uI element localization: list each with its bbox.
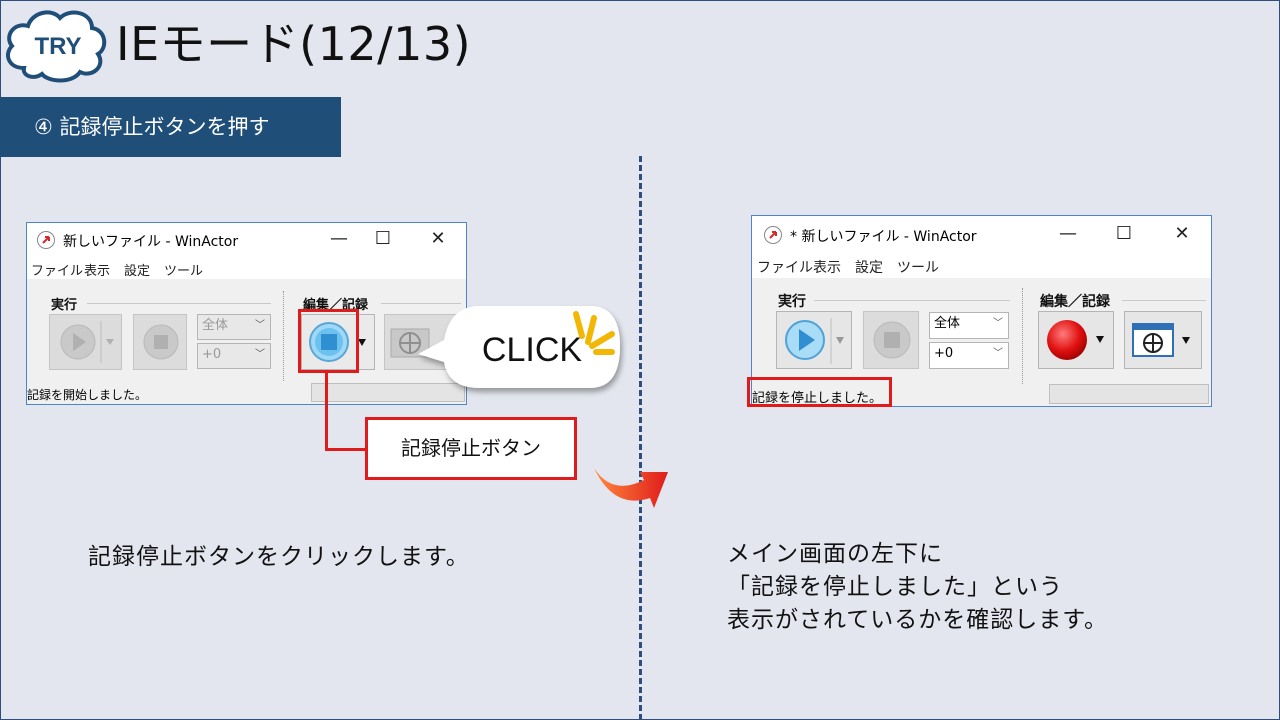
- target-capture-button[interactable]: [1124, 311, 1202, 369]
- right-description-line: 「記録を停止しました」という: [727, 574, 1063, 600]
- group-line: [814, 300, 1010, 301]
- play-icon: [60, 321, 114, 363]
- chevron-down-icon: ﹀: [255, 349, 265, 360]
- minimize-button[interactable]: —: [319, 227, 359, 251]
- try-badge-text: TRY: [34, 33, 81, 60]
- record-icon: [1047, 320, 1104, 360]
- status-text: 記録を開始しました。: [27, 388, 148, 402]
- window-title: * 新しいファイル - WinActor: [790, 229, 977, 245]
- connector-line: [325, 448, 366, 451]
- menu-tools[interactable]: ツール: [164, 260, 203, 279]
- right-description: メイン画面の左下に 「記録を停止しました」という 表示がされているかを確認します…: [727, 538, 1108, 637]
- click-bubble: CLICK: [410, 296, 630, 400]
- callout-record-stop-label: 記録停止ボタン: [365, 417, 577, 480]
- scope-select-value: 全体: [934, 316, 961, 331]
- group-label-edit: 編集／記録: [1040, 294, 1110, 310]
- connector-line: [325, 372, 328, 451]
- menu-view[interactable]: 表示: [84, 260, 110, 279]
- window-title: 新しいファイル - WinActor: [63, 234, 239, 250]
- scope-select[interactable]: 全体 ﹀: [197, 314, 271, 340]
- stop-run-button[interactable]: [863, 311, 919, 369]
- click-text: CLICK: [482, 331, 582, 369]
- right-description-line: 表示がされているかを確認します。: [727, 607, 1109, 633]
- winactor-app-icon: [764, 226, 782, 244]
- highlight-record-stop: [298, 309, 359, 373]
- run-button[interactable]: [49, 314, 122, 370]
- winactor-window-before: 新しいファイル - WinActor — ☐ ✕ ファイル 表示 設定 ツール …: [26, 222, 467, 405]
- dashed-divider: [639, 156, 642, 720]
- left-description: 記録停止ボタンをクリックします。: [88, 544, 470, 570]
- minimize-button[interactable]: —: [1048, 222, 1088, 246]
- try-cloud-badge: TRY: [2, 6, 110, 84]
- group-line: [1122, 300, 1206, 301]
- group-separator: [1022, 288, 1023, 384]
- chevron-down-icon: ﹀: [993, 318, 1003, 329]
- page-title: IEモード(12/13): [116, 17, 472, 71]
- maximize-button[interactable]: ☐: [363, 227, 403, 251]
- menu-tools[interactable]: ツール: [897, 257, 939, 277]
- menu-file[interactable]: ファイル: [31, 260, 83, 279]
- play-icon: [785, 318, 844, 364]
- menu-bar: ファイル 表示 設定 ツール: [752, 250, 1211, 278]
- group-label-run: 実行: [51, 298, 78, 313]
- maximize-button[interactable]: ☐: [1104, 222, 1144, 246]
- menu-view[interactable]: 表示: [813, 257, 841, 277]
- offset-select[interactable]: +0 ﹀: [929, 342, 1009, 369]
- crosshair-icon: [1132, 323, 1190, 357]
- right-description-line: メイン画面の左下に: [727, 541, 943, 567]
- status-progress: [1049, 384, 1209, 404]
- winactor-app-icon: [37, 231, 55, 249]
- menu-file[interactable]: ファイル: [757, 257, 813, 277]
- group-label-run: 実行: [778, 294, 806, 310]
- run-button[interactable]: [776, 311, 852, 369]
- curved-arrow-icon: [592, 458, 672, 512]
- highlight-status: [747, 377, 892, 407]
- title-bar: 新しいファイル - WinActor — ☐ ✕: [27, 223, 466, 255]
- offset-select-value: +0: [202, 347, 222, 362]
- scope-select-value: 全体: [202, 318, 229, 333]
- scope-select[interactable]: 全体 ﹀: [929, 312, 1009, 339]
- chevron-down-icon: ﹀: [255, 320, 265, 331]
- menu-bar: ファイル 表示 設定 ツール: [27, 255, 466, 279]
- title-bar: * 新しいファイル - WinActor — ☐ ✕: [752, 216, 1211, 250]
- stop-icon: [143, 324, 179, 360]
- stop-run-button[interactable]: [133, 314, 187, 370]
- offset-select[interactable]: +0 ﹀: [197, 343, 271, 369]
- stop-icon: [873, 321, 911, 359]
- offset-select-value: +0: [934, 346, 954, 361]
- group-separator: [283, 291, 284, 381]
- menu-settings[interactable]: 設定: [124, 260, 150, 279]
- menu-settings[interactable]: 設定: [855, 257, 883, 277]
- chevron-down-icon: ﹀: [993, 348, 1003, 359]
- close-button[interactable]: ✕: [418, 227, 458, 251]
- step-banner: ④ 記録停止ボタンを押す: [0, 97, 341, 157]
- group-line: [87, 303, 271, 304]
- close-button[interactable]: ✕: [1162, 222, 1202, 246]
- record-button[interactable]: [1038, 311, 1114, 369]
